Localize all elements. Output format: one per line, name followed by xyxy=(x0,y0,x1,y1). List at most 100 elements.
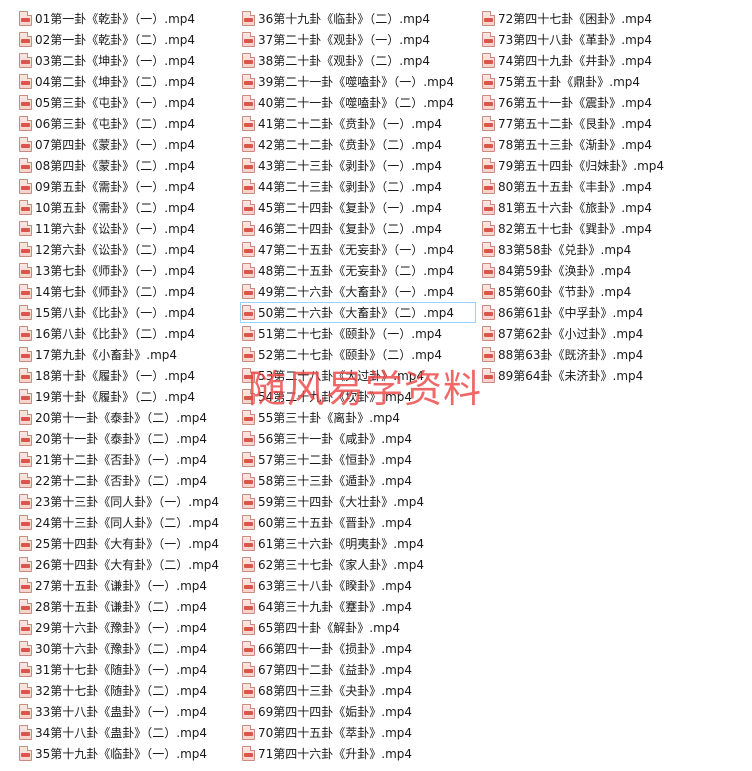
video-file-icon xyxy=(19,53,32,68)
file-item[interactable]: 85第60卦《节卦》.mp4 xyxy=(480,281,742,302)
file-item[interactable]: 62第三十七卦《家人卦》.mp4 xyxy=(240,554,476,575)
file-item[interactable]: 70第四十五卦《萃卦》.mp4 xyxy=(240,722,476,743)
file-item[interactable]: 79第五十四卦《归妹卦》.mp4 xyxy=(480,155,742,176)
file-item[interactable]: 71第四十六卦《升卦》.mp4 xyxy=(240,743,476,764)
file-item[interactable]: 87第62卦《小过卦》.mp4 xyxy=(480,323,742,344)
file-item[interactable]: 68第四十三卦《夬卦》.mp4 xyxy=(240,680,476,701)
file-item[interactable]: 26第十四卦《大有卦》（二）.mp4 xyxy=(17,554,237,575)
file-item[interactable]: 21第十二卦《否卦》（一）.mp4 xyxy=(17,449,237,470)
file-item[interactable]: 58第三十三卦《遁卦》.mp4 xyxy=(240,470,476,491)
file-item[interactable]: 86第61卦《中孚卦》.mp4 xyxy=(480,302,742,323)
file-item[interactable]: 13第七卦《师卦》（一）.mp4 xyxy=(17,260,237,281)
file-item[interactable]: 66第四十一卦《损卦》.mp4 xyxy=(240,638,476,659)
file-item[interactable]: 54第二十九卦《坎卦》.mp4 xyxy=(240,386,476,407)
file-item[interactable]: 04第二卦《坤卦》（二）.mp4 xyxy=(17,71,237,92)
file-item[interactable]: 89第64卦《未济卦》.mp4 xyxy=(480,365,742,386)
file-item[interactable]: 02第一卦《乾卦》（二）.mp4 xyxy=(17,29,237,50)
file-item[interactable]: 16第八卦《比卦》（二）.mp4 xyxy=(17,323,237,344)
file-name-label: 24第十三卦《同人卦》（二）.mp4 xyxy=(35,516,220,530)
file-name-label: 87第62卦《小过卦》.mp4 xyxy=(498,327,644,341)
file-name-label: 15第八卦《比卦》（一）.mp4 xyxy=(35,306,196,320)
file-item[interactable]: 77第五十二卦《艮卦》.mp4 xyxy=(480,113,742,134)
file-item[interactable]: 20第十一卦《泰卦》（二）.mp4 xyxy=(17,428,237,449)
file-item[interactable]: 29第十六卦《豫卦》（一）.mp4 xyxy=(17,617,237,638)
file-item[interactable]: 17第九卦《小畜卦》.mp4 xyxy=(17,344,237,365)
file-item[interactable]: 53第二十八卦《大过卦》.mp4 xyxy=(240,365,476,386)
file-item[interactable]: 59第三十四卦《大壮卦》.mp4 xyxy=(240,491,476,512)
file-item[interactable]: 18第十卦《履卦》（一）.mp4 xyxy=(17,365,237,386)
file-item[interactable]: 72第四十七卦《困卦》.mp4 xyxy=(480,8,742,29)
file-item[interactable]: 76第五十一卦《震卦》.mp4 xyxy=(480,92,742,113)
file-item[interactable]: 47第二十五卦《无妄卦》（一）.mp4 xyxy=(240,239,476,260)
file-item[interactable]: 78第五十三卦《渐卦》.mp4 xyxy=(480,134,742,155)
file-item[interactable]: 48第二十五卦《无妄卦》（二）.mp4 xyxy=(240,260,476,281)
file-item[interactable]: 40第二十一卦《噬嗑卦》（二）.mp4 xyxy=(240,92,476,113)
file-item[interactable]: 25第十四卦《大有卦》（一）.mp4 xyxy=(17,533,237,554)
file-item[interactable]: 08第四卦《蒙卦》（二）.mp4 xyxy=(17,155,237,176)
file-item[interactable]: 39第二十一卦《噬嗑卦》（一）.mp4 xyxy=(240,71,476,92)
file-item[interactable]: 56第三十一卦《咸卦》.mp4 xyxy=(240,428,476,449)
file-item[interactable]: 36第十九卦《临卦》（二）.mp4 xyxy=(240,8,476,29)
file-item[interactable]: 81第五十六卦《旅卦》.mp4 xyxy=(480,197,742,218)
file-item[interactable]: 61第三十六卦《明夷卦》.mp4 xyxy=(240,533,476,554)
file-item[interactable]: 73第四十八卦《革卦》.mp4 xyxy=(480,29,742,50)
file-item[interactable]: 28第十五卦《谦卦》（二）.mp4 xyxy=(17,596,237,617)
file-name-label: 49第二十六卦《大畜卦》（一）.mp4 xyxy=(258,285,455,299)
file-item[interactable]: 27第十五卦《谦卦》（一）.mp4 xyxy=(17,575,237,596)
file-name-label: 40第二十一卦《噬嗑卦》（二）.mp4 xyxy=(258,96,455,110)
file-item[interactable]: 30第十六卦《豫卦》（二）.mp4 xyxy=(17,638,237,659)
file-item[interactable]: 20第十一卦《泰卦》（二）.mp4 xyxy=(17,407,237,428)
file-item[interactable]: 07第四卦《蒙卦》（一）.mp4 xyxy=(17,134,237,155)
file-item[interactable]: 32第十七卦《随卦》（二）.mp4 xyxy=(17,680,237,701)
file-item[interactable]: 34第十八卦《蛊卦》（二）.mp4 xyxy=(17,722,237,743)
file-item[interactable]: 42第二十二卦《贲卦》（二）.mp4 xyxy=(240,134,476,155)
file-item[interactable]: 22第十二卦《否卦》（二）.mp4 xyxy=(17,470,237,491)
file-item[interactable]: 88第63卦《既济卦》.mp4 xyxy=(480,344,742,365)
file-item[interactable]: 06第三卦《屯卦》（二）.mp4 xyxy=(17,113,237,134)
file-item[interactable]: 84第59卦《涣卦》.mp4 xyxy=(480,260,742,281)
file-item[interactable]: 49第二十六卦《大畜卦》（一）.mp4 xyxy=(240,281,476,302)
file-item[interactable]: 41第二十二卦《贲卦》（一）.mp4 xyxy=(240,113,476,134)
file-item[interactable]: 12第六卦《讼卦》（二）.mp4 xyxy=(17,239,237,260)
file-item[interactable]: 05第三卦《屯卦》（一）.mp4 xyxy=(17,92,237,113)
file-item[interactable]: 38第二十卦《观卦》（二）.mp4 xyxy=(240,50,476,71)
file-item[interactable]: 80第五十五卦《丰卦》.mp4 xyxy=(480,176,742,197)
file-item[interactable]: 52第二十七卦《颐卦》（二）.mp4 xyxy=(240,344,476,365)
file-item[interactable]: 11第六卦《讼卦》（一）.mp4 xyxy=(17,218,237,239)
file-item[interactable]: 37第二十卦《观卦》（一）.mp4 xyxy=(240,29,476,50)
file-item[interactable]: 44第二十三卦《剥卦》（二）.mp4 xyxy=(240,176,476,197)
video-file-icon xyxy=(19,95,32,110)
file-item[interactable]: 67第四十二卦《益卦》.mp4 xyxy=(240,659,476,680)
file-item[interactable]: 24第十三卦《同人卦》（二）.mp4 xyxy=(17,512,237,533)
file-item[interactable]: 31第十七卦《随卦》（一）.mp4 xyxy=(17,659,237,680)
file-item[interactable]: 75第五十卦《鼎卦》.mp4 xyxy=(480,71,742,92)
file-item[interactable]: 15第八卦《比卦》（一）.mp4 xyxy=(17,302,237,323)
file-item[interactable]: 64第三十九卦《蹇卦》.mp4 xyxy=(240,596,476,617)
file-item[interactable]: 19第十卦《履卦》（二）.mp4 xyxy=(17,386,237,407)
file-item[interactable]: 14第七卦《师卦》（二）.mp4 xyxy=(17,281,237,302)
file-item[interactable]: 23第十三卦《同人卦》（一）.mp4 xyxy=(17,491,237,512)
file-item[interactable]: 69第四十四卦《姤卦》.mp4 xyxy=(240,701,476,722)
file-item[interactable]: 63第三十八卦《睽卦》.mp4 xyxy=(240,575,476,596)
file-item[interactable]: 83第58卦《兑卦》.mp4 xyxy=(480,239,742,260)
file-item[interactable]: 57第三十二卦《恒卦》.mp4 xyxy=(240,449,476,470)
file-item[interactable]: 51第二十七卦《颐卦》（一）.mp4 xyxy=(240,323,476,344)
file-item[interactable]: 50第二十六卦《大畜卦》（二）.mp4 xyxy=(240,302,476,323)
file-item[interactable]: 45第二十四卦《复卦》（一）.mp4 xyxy=(240,197,476,218)
file-item[interactable]: 33第十八卦《蛊卦》（一）.mp4 xyxy=(17,701,237,722)
file-item[interactable]: 65第四十卦《解卦》.mp4 xyxy=(240,617,476,638)
file-item[interactable]: 46第二十四卦《复卦》（二）.mp4 xyxy=(240,218,476,239)
file-item[interactable]: 55第三十卦《离卦》.mp4 xyxy=(240,407,476,428)
file-name-label: 62第三十七卦《家人卦》.mp4 xyxy=(258,558,425,572)
file-item[interactable]: 74第四十九卦《井卦》.mp4 xyxy=(480,50,742,71)
file-item[interactable]: 09第五卦《需卦》（一）.mp4 xyxy=(17,176,237,197)
file-item[interactable]: 03第二卦《坤卦》（一）.mp4 xyxy=(17,50,237,71)
file-item[interactable]: 35第十九卦《临卦》（一）.mp4 xyxy=(17,743,237,764)
video-file-icon xyxy=(482,242,495,257)
file-item[interactable]: 43第二十三卦《剥卦》（一）.mp4 xyxy=(240,155,476,176)
file-item[interactable]: 82第五十七卦《巽卦》.mp4 xyxy=(480,218,742,239)
file-item[interactable]: 01第一卦《乾卦》（一）.mp4 xyxy=(17,8,237,29)
file-item[interactable]: 60第三十五卦《晋卦》.mp4 xyxy=(240,512,476,533)
file-name-label: 37第二十卦《观卦》（一）.mp4 xyxy=(258,33,431,47)
file-item[interactable]: 10第五卦《需卦》（二）.mp4 xyxy=(17,197,237,218)
